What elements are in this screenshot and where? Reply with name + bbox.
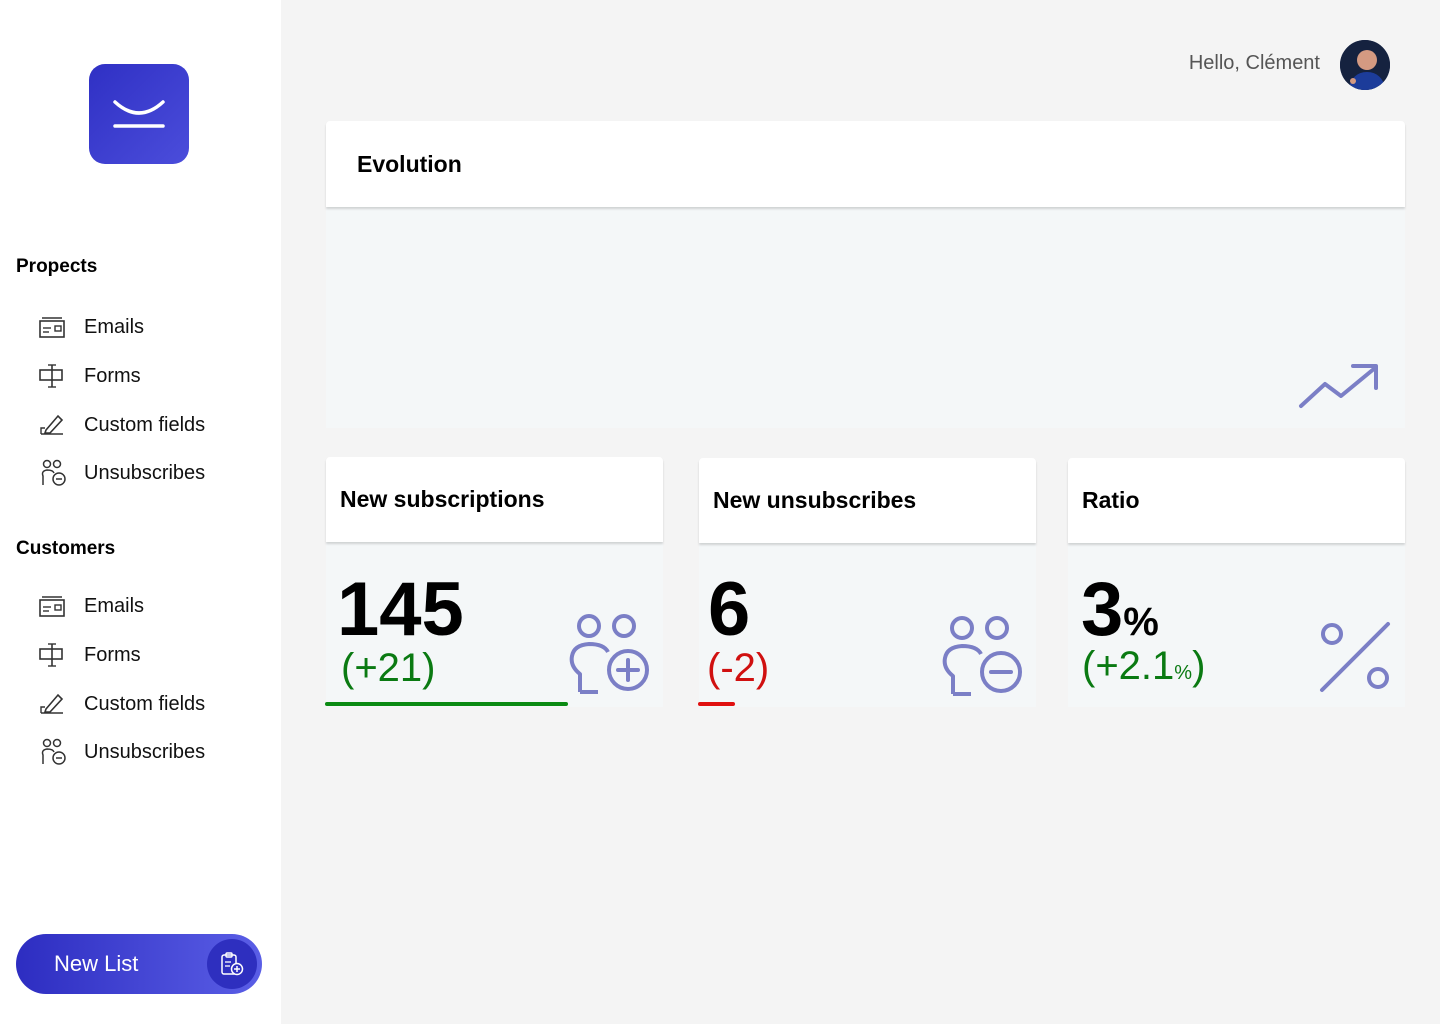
subscriptions-card-body: 145 (+21) (326, 536, 663, 707)
subscriptions-delta: (+21) (341, 646, 436, 690)
form-icon (38, 360, 70, 392)
user-greeting: Hello, Clément (1188, 52, 1320, 74)
sidebar: Propects Emails Forms Custom fields Unsu… (0, 0, 281, 1024)
evolution-card-header: Evolution (326, 121, 1405, 207)
nav-customers-custom-fields[interactable]: Custom fields (38, 688, 258, 720)
percent-icon (1320, 622, 1390, 692)
evolution-title: Evolution (357, 151, 462, 177)
nav-customers-forms[interactable]: Forms (38, 639, 258, 671)
users-remove-icon (38, 457, 70, 489)
unsubscribes-delta: (-2) (707, 646, 770, 690)
subscriptions-value: 145 (337, 567, 464, 652)
ratio-title: Ratio (1082, 487, 1140, 513)
nav-label: Custom fields (84, 692, 206, 715)
ratio-value: 3% (1081, 572, 1159, 648)
nav-customers-emails[interactable]: Emails (38, 590, 258, 622)
ratio-delta-unit: % (1174, 662, 1193, 684)
ratio-card-header: Ratio (1068, 458, 1405, 543)
unsubscribes-progress-bar (698, 702, 735, 706)
ratio-number: 3 (1081, 567, 1124, 652)
unsubscribes-card-body: 6 (-2) (699, 536, 1036, 707)
section-title-prospects: Propects (16, 256, 98, 277)
subscriptions-progress-bar (325, 702, 568, 706)
nav-label: Forms (84, 364, 141, 387)
new-list-button[interactable]: New List (16, 934, 262, 994)
clipboard-add-icon (207, 939, 257, 989)
users-remove-icon (38, 736, 70, 768)
user-avatar[interactable] (1340, 40, 1390, 90)
subscriptions-card-header: New subscriptions (326, 457, 663, 542)
ratio-delta-close: ) (1192, 644, 1206, 688)
email-list-icon (38, 590, 70, 622)
edit-field-icon (38, 688, 70, 720)
form-icon (38, 639, 70, 671)
app-logo[interactable] (89, 64, 189, 164)
nav-label: Emails (84, 594, 145, 617)
ratio-delta-open: (+2.1 (1082, 644, 1175, 688)
nav-label: Custom fields (84, 413, 206, 436)
evolution-chart-area (326, 200, 1405, 428)
unsubscribes-title: New unsubscribes (713, 487, 917, 513)
ratio-unit: % (1123, 600, 1159, 644)
nav-prospects-forms[interactable]: Forms (38, 360, 258, 392)
new-list-label: New List (54, 951, 139, 976)
nav-prospects-emails[interactable]: Emails (38, 311, 258, 343)
nav-customers-unsubscribes[interactable]: Unsubscribes (38, 736, 258, 768)
email-list-icon (38, 311, 70, 343)
nav-label: Unsubscribes (84, 461, 206, 484)
nav-label: Forms (84, 643, 141, 666)
nav-prospects-unsubscribes[interactable]: Unsubscribes (38, 457, 258, 489)
users-remove-icon (942, 616, 1022, 696)
nav-label: Unsubscribes (84, 740, 206, 763)
ratio-card-body: 3% (+2.1%) (1068, 536, 1405, 707)
unsubscribes-card-header: New unsubscribes (699, 458, 1036, 543)
trending-up-icon (1299, 364, 1378, 408)
section-title-customers: Customers (16, 538, 116, 559)
edit-field-icon (38, 409, 70, 441)
unsubscribes-value: 6 (708, 567, 751, 652)
nav-label: Emails (84, 315, 145, 338)
ratio-delta: (+2.1%) (1082, 646, 1205, 686)
inbox-logo-icon (113, 100, 165, 128)
nav-prospects-custom-fields[interactable]: Custom fields (38, 409, 258, 441)
users-add-icon (569, 614, 649, 694)
subscriptions-title: New subscriptions (340, 486, 545, 512)
